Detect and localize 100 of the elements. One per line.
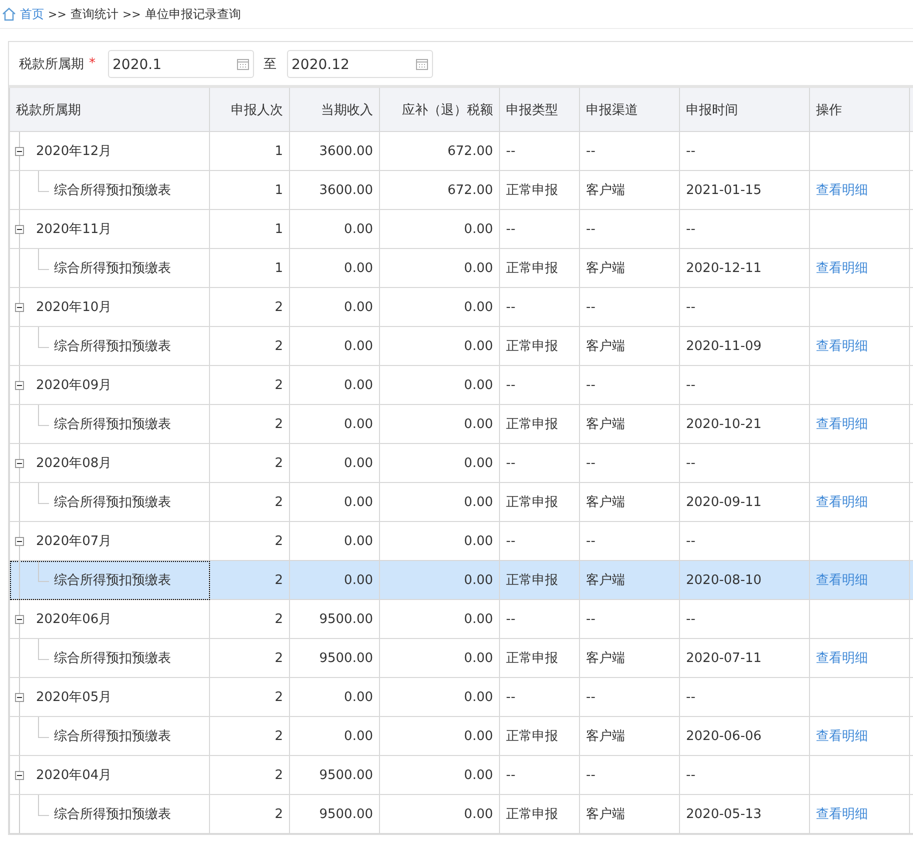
- table-cell: --: [580, 756, 680, 794]
- table-cell: 1: [210, 210, 290, 248]
- table-cell: 0.00: [290, 210, 380, 248]
- table-cell: --: [580, 366, 680, 404]
- table-cell: 2020年11月: [10, 210, 210, 248]
- table-cell: --: [680, 600, 810, 638]
- required-mark: *: [89, 56, 96, 71]
- home-icon[interactable]: [2, 7, 16, 21]
- table-cell: 0.00: [290, 404, 380, 444]
- table-cell: 0.00: [290, 248, 380, 288]
- column-header[interactable]: 税款所属期: [10, 86, 210, 132]
- table-cell: --: [680, 756, 810, 794]
- table-cell: 正常申报: [500, 404, 580, 444]
- table-cell: 9500.00: [290, 600, 380, 638]
- view-details-link[interactable]: 查看明细: [816, 729, 868, 744]
- view-details-link[interactable]: 查看明细: [816, 651, 868, 666]
- table-row[interactable]: 综合所得预扣预缴表 2 0.00 0.00 正常申报 客户端 2020-08-10 查看明细: [10, 560, 913, 600]
- collapse-icon[interactable]: [15, 381, 24, 390]
- table-cell: 2: [210, 794, 290, 834]
- table-cell: --: [680, 366, 810, 404]
- table-cell: --: [500, 444, 580, 482]
- breadcrumb-separator: >>: [48, 8, 66, 20]
- view-details-link[interactable]: 查看明细: [816, 183, 868, 198]
- table-cell: --: [680, 210, 810, 248]
- collapse-icon[interactable]: [15, 615, 24, 624]
- table-cell: 2: [210, 404, 290, 444]
- collapse-icon[interactable]: [15, 459, 24, 468]
- table-cell: 综合所得预扣预缴表: [10, 170, 210, 210]
- table-cell: --: [500, 678, 580, 716]
- table-cell: 2020-05-13: [680, 794, 810, 834]
- column-header[interactable]: 操作: [810, 86, 910, 132]
- table-cell: 0.00: [380, 366, 500, 404]
- view-details-link[interactable]: 查看明细: [816, 339, 868, 354]
- table-cell: 2020年04月: [10, 756, 210, 794]
- table-cell: --: [680, 132, 810, 170]
- table-cell: 2020-10-21: [680, 404, 810, 444]
- table-cell: 正常申报: [500, 170, 580, 210]
- table-cell: 0.00: [290, 366, 380, 404]
- column-header[interactable]: 申报人次: [210, 86, 290, 132]
- home-link[interactable]: 首页: [20, 6, 44, 22]
- table-cell: 正常申报: [500, 482, 580, 522]
- date-field[interactable]: 2020.12: [286, 50, 432, 78]
- breadcrumb-link[interactable]: 查询统计: [70, 6, 118, 22]
- collapse-icon[interactable]: [15, 771, 24, 780]
- table-cell: 0.00: [380, 600, 500, 638]
- table-cell: 0.00: [380, 326, 500, 366]
- table-cell: 2020-06-06: [680, 716, 810, 756]
- table-cell: 客户端: [580, 716, 680, 756]
- column-header[interactable]: 申报渠道: [580, 86, 680, 132]
- table-row[interactable]: 综合所得预扣预缴表 2 0.00 0.00 正常申报 客户端 2020-10-21 查看明细: [10, 404, 913, 444]
- table-cell: 客户端: [580, 404, 680, 444]
- table-cell: --: [580, 600, 680, 638]
- table-cell: --: [580, 132, 680, 170]
- table-cell: 2021-01-15: [680, 170, 810, 210]
- breadcrumb-separator: >>: [122, 8, 141, 20]
- view-details-link[interactable]: 查看明细: [816, 417, 868, 432]
- table-cell: 正常申报: [500, 560, 580, 600]
- table-cell: 2020年05月: [10, 678, 210, 716]
- collapse-icon[interactable]: [15, 693, 24, 702]
- table-cell: 客户端: [580, 482, 680, 522]
- table-row[interactable]: 综合所得预扣预缴表 2 0.00 0.00 正常申报 客户端 2020-11-09 查看明细: [10, 326, 913, 366]
- table-cell: 正常申报: [500, 638, 580, 678]
- column-header[interactable]: 当期收入: [290, 86, 380, 132]
- collapse-icon[interactable]: [15, 537, 24, 546]
- date-field[interactable]: 2020.1: [108, 50, 254, 78]
- table-cell: 客户端: [580, 560, 680, 600]
- table-cell: 0.00: [290, 560, 380, 600]
- table-cell: 3600.00: [290, 170, 380, 210]
- table-row[interactable]: 综合所得预扣预缴表 2 0.00 0.00 正常申报 客户端 2020-09-11 查看明细: [10, 482, 913, 522]
- view-details-link[interactable]: 查看明细: [816, 495, 868, 510]
- column-header[interactable]: 申报类型: [500, 86, 580, 132]
- table-cell: --: [580, 210, 680, 248]
- table-row[interactable]: 综合所得预扣预缴表 2 9500.00 0.00 正常申报 客户端 2020-07-11 查看明细: [10, 638, 913, 678]
- table-row[interactable]: 综合所得预扣预缴表 1 3600.00 672.00 正常申报 客户端 2021-01-15 查看明细: [10, 170, 913, 210]
- table-row[interactable]: 综合所得预扣预缴表 2 9500.00 0.00 正常申报 客户端 2020-05-13 查看明细: [10, 794, 913, 834]
- view-details-link[interactable]: 查看明细: [816, 261, 868, 276]
- table-cell: --: [580, 678, 680, 716]
- collapse-icon[interactable]: [15, 147, 24, 156]
- table-cell: 综合所得预扣预缴表: [10, 404, 210, 444]
- filter-label: 税款所属期: [19, 56, 84, 72]
- collapse-icon[interactable]: [15, 303, 24, 312]
- view-details-link[interactable]: 查看明细: [816, 807, 868, 822]
- table-cell: 672.00: [380, 170, 500, 210]
- table-cell: --: [500, 288, 580, 326]
- table-cell: 综合所得预扣预缴表: [10, 326, 210, 366]
- collapse-icon[interactable]: [15, 225, 24, 234]
- range-separator: 至: [264, 56, 276, 72]
- table-row[interactable]: 综合所得预扣预缴表 2 0.00 0.00 正常申报 客户端 2020-06-06 查看明细: [10, 716, 913, 756]
- table-cell: 客户端: [580, 326, 680, 366]
- column-header[interactable]: 申报时间: [680, 86, 810, 132]
- table-cell: 2: [210, 716, 290, 756]
- table-cell: 0.00: [380, 288, 500, 326]
- table-cell: 2020年10月: [10, 288, 210, 326]
- table-cell: 0.00: [380, 756, 500, 794]
- column-header[interactable]: 应补（退）税额: [380, 86, 500, 132]
- table-cell: 2020-08-10: [680, 560, 810, 600]
- table-row[interactable]: 综合所得预扣预缴表 1 0.00 0.00 正常申报 客户端 2020-12-11 查看明细: [10, 248, 913, 288]
- table-cell: --: [500, 210, 580, 248]
- table-cell: 2020-09-11: [680, 482, 810, 522]
- table-cell: 0.00: [380, 638, 500, 678]
